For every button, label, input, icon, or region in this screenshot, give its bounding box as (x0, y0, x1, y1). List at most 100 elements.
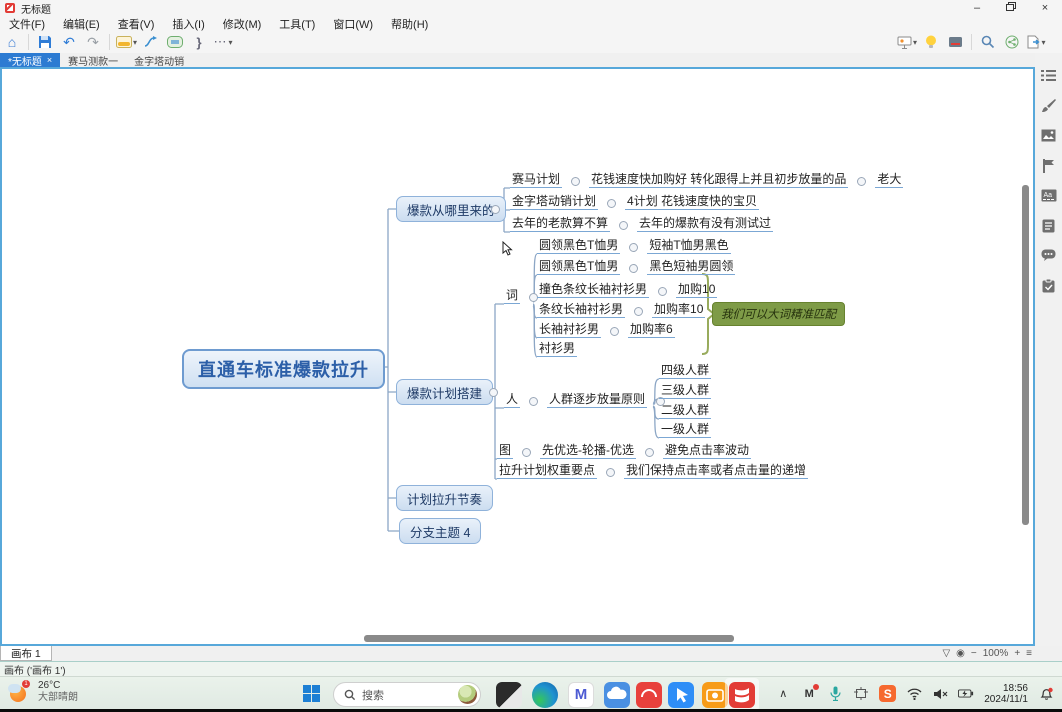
comments-button[interactable] (1040, 247, 1057, 264)
collapse-handle[interactable] (857, 177, 866, 186)
topic-word-row4[interactable]: 条纹长袖衬衫男 加购率10 (537, 302, 705, 318)
export-button[interactable]: ▾ (1026, 32, 1046, 52)
marker-button[interactable]: ▾ (116, 32, 137, 52)
task-info-button[interactable] (1040, 277, 1057, 294)
topic-segment[interactable]: 短袖T恤男黑色 (647, 239, 730, 254)
fit-view-icon[interactable]: ≡ (1026, 648, 1032, 659)
topic-segment[interactable]: 加购率6 (628, 323, 675, 338)
collapse-handle[interactable] (491, 205, 500, 214)
topic-segment[interactable]: 人群逐步放量原则 (547, 393, 647, 408)
topic-segment[interactable]: 老大 (875, 173, 903, 188)
minimize-button[interactable]: – (960, 0, 994, 16)
collapse-handle[interactable] (522, 448, 531, 457)
topic-segment[interactable]: 图 (497, 444, 513, 459)
presentation-button[interactable]: ▾ (897, 32, 917, 52)
topic-segment[interactable]: 花钱速度快加购好 转化跟得上并且初步放量的品 (589, 173, 848, 188)
taskbar-app-edge[interactable] (532, 682, 558, 708)
home-button[interactable]: ⌂ (2, 32, 22, 52)
topic-image-row[interactable]: 图 先优选-轮播-优选 避免点击率波动 (497, 443, 751, 459)
tray-volume-muted-icon[interactable] (932, 686, 948, 702)
taskbar-app-cloud[interactable] (604, 682, 630, 708)
menu-modify[interactable]: 修改(M) (214, 16, 271, 32)
collapse-handle[interactable] (607, 199, 616, 208)
topic-segment[interactable]: 圆领黑色T恤男 (537, 239, 620, 254)
close-button[interactable]: × (1028, 0, 1062, 16)
topic-segment[interactable]: 撞色条纹长袖衬衫男 (537, 283, 649, 298)
topic-segment[interactable]: 条纹长袖衬衫男 (537, 303, 625, 318)
topic-segment[interactable]: 拉升计划权重要点 (497, 464, 597, 479)
search-highlight-image[interactable] (458, 685, 477, 704)
redo-button[interactable]: ↷ (83, 32, 103, 52)
horizontal-scrollbar[interactable] (364, 635, 734, 642)
mindmap-canvas[interactable]: 直通车标准爆款拉升 爆款从哪里来的 爆款计划搭建 计划拉升节奏 分支主题 4 赛… (0, 67, 1035, 646)
topic-row-lastyear[interactable]: 去年的老款算不算 去年的爆款有没有测试过 (510, 216, 773, 232)
collapse-handle[interactable] (606, 468, 615, 477)
taskbar-app-browser[interactable] (668, 682, 694, 708)
topic-word-row2[interactable]: 圆领黑色T恤男 黑色短袖男圆领 (537, 259, 735, 275)
topic-segment[interactable]: 去年的爆款有没有测试过 (637, 217, 773, 232)
collapse-handle[interactable] (610, 327, 619, 336)
topic-segment[interactable]: 二级人群 (659, 404, 711, 419)
topic-row-saima[interactable]: 赛马计划 花钱速度快加购好 转化跟得上并且初步放量的品 老大 (510, 172, 903, 188)
collapse-handle[interactable] (634, 307, 643, 316)
collapse-handle[interactable] (629, 243, 638, 252)
share-button[interactable] (1002, 32, 1022, 52)
menu-edit[interactable]: 编辑(E) (54, 16, 109, 32)
topic-segment[interactable]: 衬衫男 (537, 342, 577, 357)
walkthrough-button[interactable] (945, 32, 965, 52)
vertical-scrollbar[interactable] (1022, 185, 1029, 525)
undo-button[interactable]: ↶ (59, 32, 79, 52)
topic-segment[interactable]: 四级人群 (659, 364, 711, 379)
topic-level3[interactable]: 三级人群 (659, 383, 711, 399)
central-topic[interactable]: 直通车标准爆款拉升 (182, 349, 385, 389)
tray-battery-icon[interactable] (958, 686, 974, 702)
topic-word-row5[interactable]: 长袖衬衫男 加购率6 (537, 322, 675, 338)
topic-segment[interactable]: 一级人群 (659, 423, 711, 438)
tray-wifi-icon[interactable] (906, 686, 922, 702)
zoom-out-button[interactable]: − (971, 648, 977, 659)
topic-segment[interactable]: 金字塔动销计划 (510, 195, 598, 210)
weather-widget[interactable]: 1 26°C 大部晴朗 (8, 680, 78, 704)
collapse-handle[interactable] (529, 397, 538, 406)
branch-lift-rhythm[interactable]: 计划拉升节奏 (396, 485, 493, 511)
canvas-tab[interactable]: 画布 1 (0, 646, 52, 661)
topic-weight-row[interactable]: 拉升计划权重要点 我们保持点击率或者点击量的递增 (497, 463, 808, 479)
tab-untitled[interactable]: *无标题 × (0, 53, 60, 67)
topic-word-row1[interactable]: 圆领黑色T恤男 短袖T恤男黑色 (537, 238, 731, 254)
menu-tools[interactable]: 工具(T) (270, 16, 324, 32)
start-button[interactable] (303, 685, 320, 702)
collapse-handle[interactable] (658, 287, 667, 296)
topic-segment[interactable]: 我们保持点击率或者点击量的递增 (624, 464, 808, 479)
collapse-handle[interactable] (619, 221, 628, 230)
taskbar-app-mindmaster[interactable]: M (568, 682, 594, 708)
topic-segment[interactable]: 加购10 (676, 283, 717, 298)
topic-segment[interactable]: 4计划 花钱速度快的宝贝 (625, 195, 759, 210)
topic-word-row6[interactable]: 衬衫男 (537, 341, 577, 357)
topic-segment[interactable]: 黑色短袖男圆领 (647, 260, 735, 275)
topic-segment[interactable]: 圆领黑色T恤男 (537, 260, 620, 275)
tray-sogou-icon[interactable]: S (879, 685, 896, 702)
tab-close-icon[interactable]: × (47, 55, 52, 65)
filter-icon[interactable]: ▽ (942, 648, 950, 659)
marker-panel-button[interactable] (1040, 157, 1057, 174)
topic-segment[interactable]: 避免点击率波动 (663, 444, 751, 459)
branch-topic4[interactable]: 分支主题 4 (399, 518, 481, 544)
taskbar-app-xmind-active[interactable] (729, 682, 755, 708)
save-button[interactable] (35, 32, 55, 52)
taskbar-search[interactable]: 搜索 (333, 682, 481, 707)
menu-help[interactable]: 帮助(H) (382, 16, 437, 32)
topic-people[interactable]: 人 人群逐步放量原则 (504, 392, 665, 408)
summary-callout[interactable]: 我们可以大词精准匹配 (712, 302, 845, 326)
tray-clock[interactable]: 18:56 2024/11/1 (984, 683, 1028, 705)
topic-segment[interactable]: 去年的老款算不算 (510, 217, 610, 232)
properties-button[interactable] (1040, 67, 1057, 84)
tray-snip-icon[interactable] (853, 686, 869, 702)
clipart-button[interactable] (1040, 127, 1057, 144)
topic-segment[interactable]: 赛马计划 (510, 173, 562, 188)
topic-word[interactable]: 词 (504, 288, 538, 304)
search-button[interactable] (978, 32, 998, 52)
boundary-button[interactable] (165, 32, 185, 52)
tray-app-m-icon[interactable]: M (801, 686, 817, 702)
taskbar-app-photos[interactable] (496, 682, 522, 708)
tray-chevron-up-icon[interactable]: ∧ (775, 686, 791, 702)
